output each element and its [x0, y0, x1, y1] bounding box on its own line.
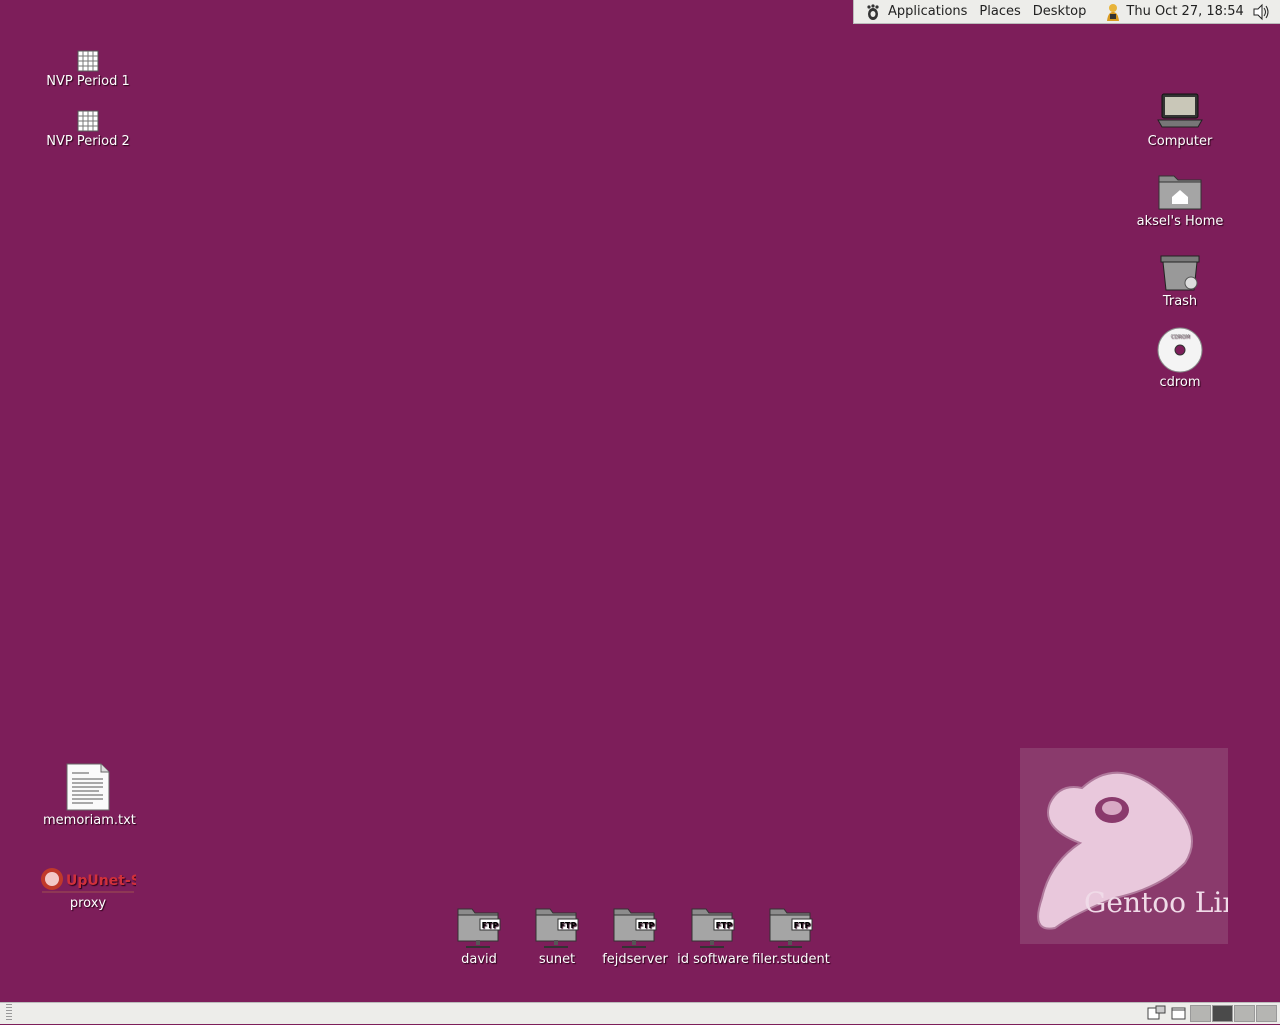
ftp-share-david[interactable]: FTP david — [434, 906, 524, 967]
icon-label: aksel's Home — [1136, 214, 1224, 229]
show-desktop-icon[interactable] — [1147, 1005, 1167, 1021]
ftp-share-id-software[interactable]: FTP id software — [668, 906, 758, 967]
icon-label: Computer — [1147, 134, 1213, 149]
computer-icon — [1156, 90, 1204, 132]
gnome-foot-icon[interactable] — [864, 3, 882, 21]
window-list-icon[interactable] — [1171, 1006, 1187, 1020]
volume-icon[interactable] — [1252, 3, 1272, 21]
workspace-2[interactable] — [1212, 1005, 1233, 1022]
desktop-icon-proxy[interactable]: UpUnet-S proxy — [40, 866, 141, 911]
ftp-folder-icon: FTP — [690, 906, 736, 950]
ftp-folder-icon: FTP — [612, 906, 658, 950]
ftp-share-sunet[interactable]: FTP sunet — [512, 906, 602, 967]
svg-text:FTP: FTP — [560, 921, 577, 930]
svg-text:FTP: FTP — [482, 921, 499, 930]
places-menu[interactable]: Places — [973, 4, 1026, 19]
home-folder-icon — [1156, 170, 1204, 212]
ftp-folder-icon: FTP — [768, 906, 814, 950]
spreadsheet-icon — [77, 110, 99, 132]
ftp-folder-icon: FTP — [534, 906, 580, 950]
desktop-icon-nvp-period-1[interactable]: NVP Period 1 — [43, 50, 133, 89]
panel-clock[interactable]: Thu Oct 27, 18:54 — [1122, 4, 1247, 19]
bottom-panel — [0, 1002, 1280, 1024]
ftp-share-filer-student[interactable]: FTP filer.student — [746, 906, 836, 967]
icon-label: fejdserver — [602, 952, 668, 967]
applications-menu[interactable]: Applications — [882, 4, 973, 19]
workspace-3[interactable] — [1234, 1005, 1255, 1022]
trash-icon — [1156, 250, 1204, 292]
icon-label: filer.student — [752, 952, 830, 967]
desktop-icon-home[interactable]: aksel's Home — [1135, 170, 1225, 229]
ftp-share-fejdserver[interactable]: FTP fejdserver — [590, 906, 680, 967]
desktop-icon-trash[interactable]: Trash — [1135, 250, 1225, 309]
cdrom-icon: CDROM — [1156, 327, 1204, 373]
icon-label: Trash — [1162, 294, 1198, 309]
gentoo-wallpaper-logo: Gentoo Linux — [1020, 748, 1274, 944]
svg-text:Gentoo Linux: Gentoo Linux — [1084, 886, 1228, 919]
svg-text:UpUnet-S: UpUnet-S — [66, 873, 136, 889]
svg-text:FTP: FTP — [638, 921, 655, 930]
panel-drag-handle[interactable] — [6, 1004, 12, 1022]
desktop-icon-computer[interactable]: Computer — [1135, 90, 1225, 149]
desktop-menu[interactable]: Desktop — [1027, 4, 1093, 19]
desktop-icon-cdrom[interactable]: CDROM cdrom — [1135, 327, 1225, 390]
workspace-4[interactable] — [1256, 1005, 1277, 1022]
ftp-folder-icon: FTP — [456, 906, 502, 950]
text-file-icon — [65, 763, 111, 811]
icon-label: memoriam.txt — [43, 813, 136, 828]
icon-label: proxy — [69, 896, 107, 911]
icon-label: NVP Period 1 — [46, 74, 130, 89]
svg-text:CDROM: CDROM — [1170, 334, 1189, 340]
upunet-logo-icon: UpUnet-S — [40, 866, 141, 894]
svg-text:FTP: FTP — [716, 921, 733, 930]
top-panel: Applications Places Desktop Thu Oct 27, … — [853, 0, 1280, 24]
svg-text:FTP: FTP — [794, 921, 811, 930]
user-status-icon[interactable] — [1104, 2, 1122, 22]
desktop-icon-nvp-period-2[interactable]: NVP Period 2 — [43, 110, 133, 149]
icon-label: NVP Period 2 — [46, 134, 130, 149]
workspace-1[interactable] — [1190, 1005, 1211, 1022]
icon-label: cdrom — [1159, 375, 1201, 390]
spreadsheet-icon — [77, 50, 99, 72]
icon-label: david — [461, 952, 497, 967]
icon-label: sunet — [538, 952, 576, 967]
desktop-icon-memoriam-txt[interactable]: memoriam.txt — [43, 763, 136, 828]
icon-label: id software — [677, 952, 749, 967]
